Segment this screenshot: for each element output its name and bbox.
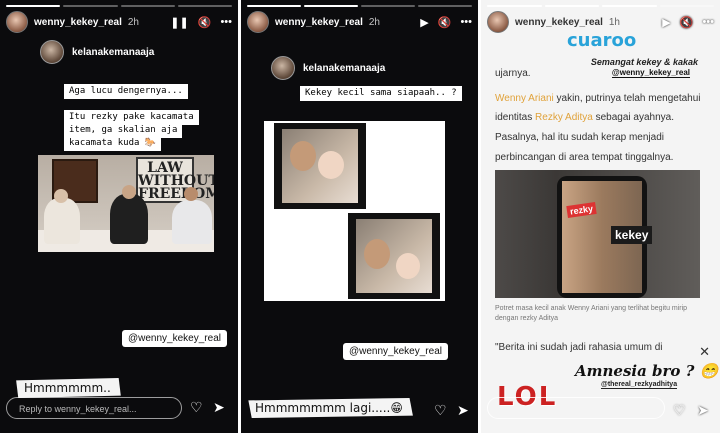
avatar[interactable]: [6, 11, 28, 33]
story-panel-1: wenny_kekey_real 2h ❚❚ 🔇 ••• kelanakeman…: [0, 0, 238, 433]
progress-bars: [487, 5, 714, 7]
poster: kelanakemanaaja: [40, 40, 154, 64]
mute-icon[interactable]: 🔇: [680, 16, 694, 29]
heart-icon[interactable]: ♡: [673, 402, 686, 419]
overlay-tag[interactable]: @wenny_kekey_real: [611, 68, 690, 78]
story-header: wenny_kekey_real 2h ▶ 🔇 •••: [247, 10, 472, 34]
article-line-1: ujarnya.: [495, 68, 531, 79]
progress-bars: [6, 5, 232, 7]
close-icon[interactable]: ✕: [699, 344, 710, 360]
amnesia-tag[interactable]: @thereal_rezkyadhitya: [601, 381, 678, 389]
mute-icon[interactable]: 🔇: [438, 16, 452, 29]
poster-avatar: [271, 56, 295, 80]
avatar[interactable]: [247, 11, 269, 33]
username[interactable]: wenny_kekey_real: [275, 17, 363, 28]
mention-tag[interactable]: @wenny_kekey_real: [343, 343, 448, 360]
avatar[interactable]: [487, 11, 509, 33]
send-icon[interactable]: ➤: [213, 399, 225, 416]
reply-input[interactable]: [487, 397, 665, 419]
poster-name: kelanakemanaaja: [303, 62, 386, 74]
progress-bars: [247, 5, 472, 7]
photo-bottom: [348, 213, 440, 299]
photo-collage: [264, 121, 445, 301]
more-icon[interactable]: •••: [460, 16, 472, 28]
poster-avatar: [40, 40, 64, 64]
story-text-line-1: Aga lucu dengernya...: [64, 84, 188, 99]
poster-name: kelanakemanaaja: [72, 46, 155, 58]
send-icon[interactable]: ➤: [457, 402, 469, 419]
person-right: [172, 200, 212, 244]
timestamp: 2h: [127, 16, 139, 28]
story-header: wenny_kekey_real 2h ❚❚ 🔇 •••: [6, 10, 232, 34]
poster: kelanakemanaaja: [271, 56, 385, 80]
video-frame: LAW WITHOUT FREEDOM: [38, 155, 214, 252]
reply-input[interactable]: Reply to wenny_kekey_real...: [6, 397, 182, 419]
article-line-5: perbincangan di area tempat tinggalnya.: [495, 152, 674, 163]
timestamp: 2h: [368, 16, 380, 28]
article-line-2: Wenny Ariani yakin, putrinya telah menge…: [495, 93, 701, 104]
amnesia-text: Amnesia bro ? 😁: [575, 362, 719, 380]
article-line-3: identitas Rezky Aditya sebagai ayahnya.: [495, 112, 675, 123]
question-text: Kekey kecil sama siapaah.. ?: [300, 86, 462, 101]
story-panel-3: cuaroo ujarnya. Wenny Ariani yakin, putr…: [481, 0, 720, 433]
play-icon[interactable]: ▶: [662, 16, 670, 29]
article-line-4: Pasalnya, hal itu sudah kerap menjadi: [495, 132, 664, 143]
photo-top: [274, 123, 366, 209]
pause-icon[interactable]: ❚❚: [170, 16, 188, 29]
person-left: [44, 198, 80, 244]
username[interactable]: wenny_kekey_real: [515, 17, 603, 28]
mute-icon[interactable]: 🔇: [198, 16, 212, 29]
username[interactable]: wenny_kekey_real: [34, 17, 122, 28]
article-photo: rezky kekey: [495, 170, 700, 298]
more-icon[interactable]: •••: [702, 16, 714, 28]
heart-icon[interactable]: ♡: [434, 402, 447, 419]
photo-label-kekey: kekey: [611, 226, 653, 244]
mention-tag[interactable]: @wenny_kekey_real: [122, 330, 227, 347]
overlay-greeting: Semangat kekey & kakak: [590, 57, 698, 67]
quote-text: "Berita ini sudah jadi rahasia umum di: [495, 342, 663, 353]
more-icon[interactable]: •••: [220, 16, 232, 28]
play-icon[interactable]: ▶: [420, 16, 428, 29]
photo-caption: Potret masa kecil anak Wenny Ariani yang…: [495, 305, 688, 322]
heart-icon[interactable]: ♡: [190, 399, 203, 416]
send-icon[interactable]: ➤: [697, 402, 709, 419]
sticker-text: Hmmmmmmm lagi.....😁: [248, 398, 413, 418]
story-header: wenny_kekey_real 1h ▶ 🔇 •••: [487, 10, 714, 34]
timestamp: 1h: [608, 16, 620, 28]
sticker-text: Hmmmmmm..: [16, 378, 121, 398]
person-middle: [110, 194, 148, 244]
story-text-line-4: kacamata kuda 🐎: [64, 136, 162, 151]
